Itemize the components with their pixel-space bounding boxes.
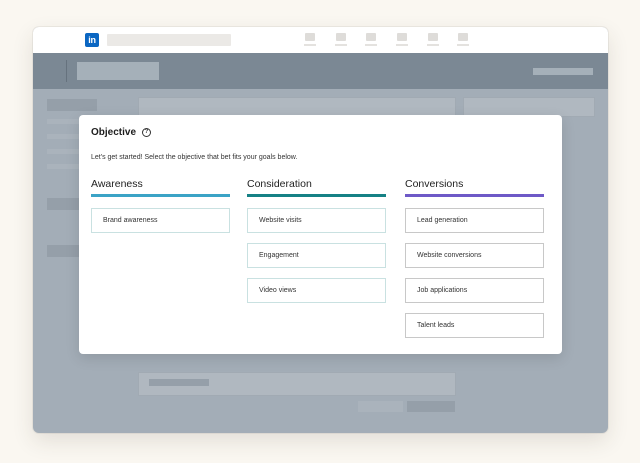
nav-icon-2[interactable] <box>335 33 347 47</box>
linkedin-logo-icon[interactable]: in <box>85 33 99 47</box>
accent-bar-awareness <box>91 194 230 197</box>
campaign-header-bar <box>33 53 608 89</box>
help-circle-icon[interactable]: ? <box>142 128 151 137</box>
option-talent-leads[interactable]: Talent leads <box>405 313 544 338</box>
column-heading-consideration: Consideration <box>247 178 312 190</box>
nav-icon-1[interactable] <box>304 33 316 47</box>
header-divider <box>66 60 67 82</box>
nav-icon-6[interactable] <box>457 33 469 47</box>
primary-button-placeholder <box>407 401 455 412</box>
side-card-placeholder <box>463 97 595 117</box>
accent-bar-conversions <box>405 194 544 197</box>
modal-title: Objective <box>91 127 137 138</box>
option-website-conversions[interactable]: Website conversions <box>405 243 544 268</box>
column-heading-conversions: Conversions <box>405 178 464 190</box>
content-line-placeholder <box>149 379 209 386</box>
option-website-visits[interactable]: Website visits <box>247 208 386 233</box>
sidebar-heading-placeholder <box>47 99 97 111</box>
option-job-applications[interactable]: Job applications <box>405 278 544 303</box>
option-brand-awareness[interactable]: Brand awareness <box>91 208 230 233</box>
option-video-views[interactable]: Video views <box>247 278 386 303</box>
nav-icon-3[interactable] <box>365 33 377 47</box>
search-input[interactable] <box>107 34 231 46</box>
top-navigation: in <box>33 27 608 53</box>
nav-icon-5[interactable] <box>427 33 439 47</box>
accent-bar-consideration <box>247 194 386 197</box>
nav-icon-4[interactable] <box>396 33 408 47</box>
secondary-button-placeholder <box>358 401 403 412</box>
modal-subtitle: Let's get started! Select the objective … <box>91 154 298 161</box>
campaign-title-placeholder <box>77 62 159 80</box>
content-card-placeholder <box>138 97 456 117</box>
option-lead-generation[interactable]: Lead generation <box>405 208 544 233</box>
header-action-placeholder <box>533 68 593 75</box>
option-engagement[interactable]: Engagement <box>247 243 386 268</box>
column-heading-awareness: Awareness <box>91 178 143 190</box>
objective-modal: Objective ? Let's get started! Select th… <box>79 115 562 354</box>
